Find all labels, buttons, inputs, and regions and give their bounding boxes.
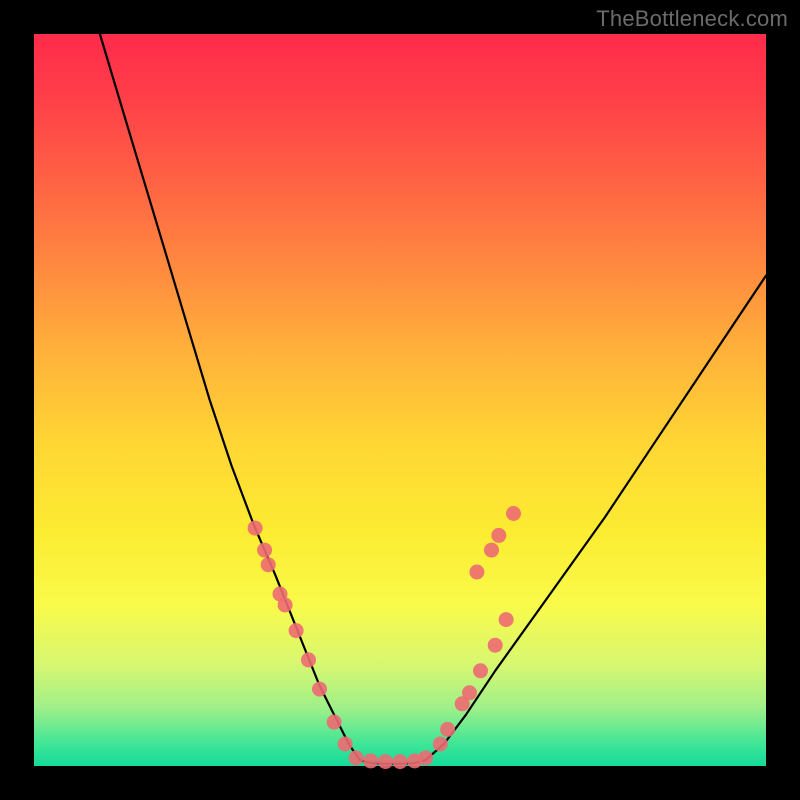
data-point [506, 506, 521, 521]
data-point [488, 638, 503, 653]
bottleneck-curve [100, 34, 766, 764]
data-point [484, 543, 499, 558]
curve-lines [100, 34, 766, 764]
data-point [327, 715, 342, 730]
data-point [248, 521, 263, 536]
data-point [469, 565, 484, 580]
plot-area [34, 34, 766, 766]
chart-frame: TheBottleneck.com [0, 0, 800, 800]
watermark-text: TheBottleneck.com [596, 6, 788, 32]
data-point [349, 750, 364, 765]
scatter-dots [248, 506, 521, 769]
data-point [338, 737, 353, 752]
data-point [261, 557, 276, 572]
data-point [393, 754, 408, 769]
data-point [433, 737, 448, 752]
data-point [499, 612, 514, 627]
data-point [289, 623, 304, 638]
data-point [363, 753, 378, 768]
data-point [473, 663, 488, 678]
data-point [462, 685, 477, 700]
data-point [378, 754, 393, 769]
data-point [440, 722, 455, 737]
chart-svg [34, 34, 766, 766]
data-point [278, 598, 293, 613]
data-point [257, 543, 272, 558]
data-point [312, 682, 327, 697]
data-point [418, 750, 433, 765]
data-point [491, 528, 506, 543]
data-point [301, 652, 316, 667]
